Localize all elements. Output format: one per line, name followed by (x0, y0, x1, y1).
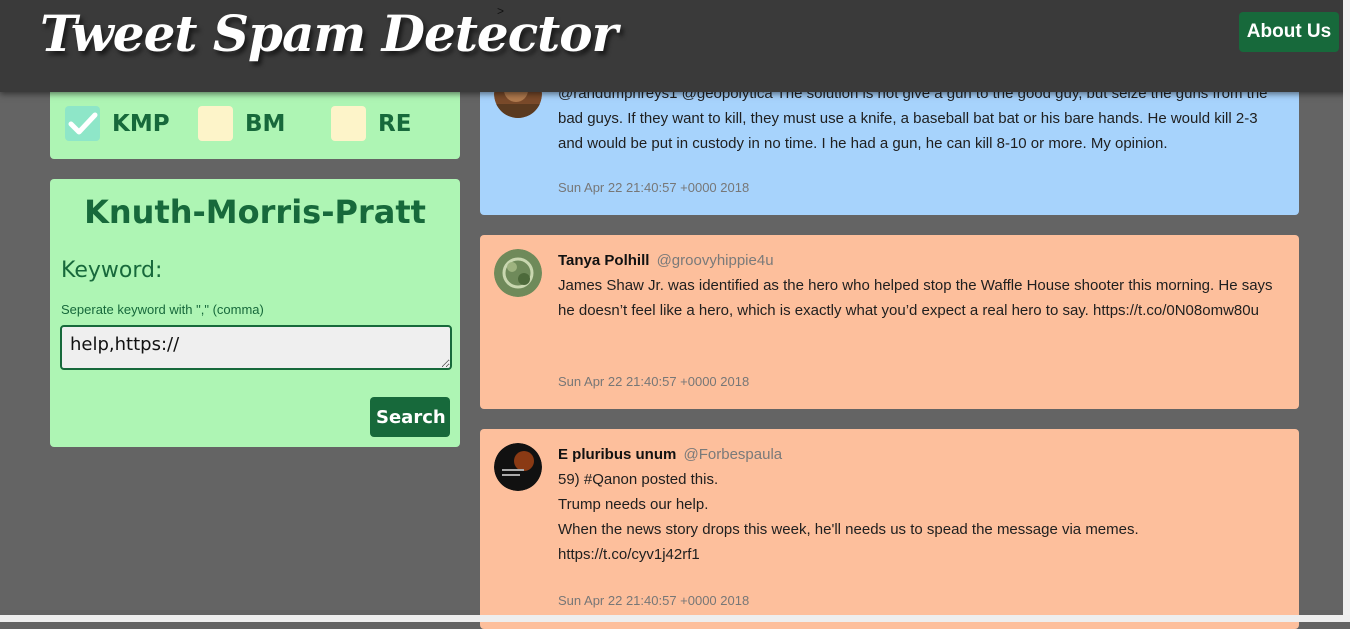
avatar (494, 249, 542, 297)
checkbox-bm[interactable] (198, 106, 233, 141)
tweet-card: Tanya Polhill @groovyhippie4u James Shaw… (480, 235, 1299, 409)
avatar (494, 443, 542, 491)
keyword-input[interactable]: help,https:// (60, 325, 452, 370)
algorithm-title: Knuth-Morris-Pratt (84, 193, 426, 231)
bottom-edge (0, 615, 1350, 622)
algorithm-selector: KMP BM RE (50, 92, 460, 159)
algo-option-kmp[interactable]: KMP (65, 106, 170, 141)
app-header: Tweet Spam Detector > About Us (0, 0, 1350, 92)
keyword-hint: Seperate keyword with "," (comma) (61, 302, 264, 317)
algo-label-kmp: KMP (112, 110, 170, 137)
app-title: Tweet Spam Detector (40, 4, 618, 63)
checkbox-re[interactable] (331, 106, 366, 141)
about-us-button[interactable]: About Us (1239, 12, 1339, 52)
checkbox-kmp[interactable] (65, 106, 100, 141)
tweet-handle[interactable]: @groovyhippie4u (657, 252, 774, 269)
tweet-author[interactable]: Tanya Polhill (558, 252, 649, 269)
algo-label-re: RE (378, 110, 412, 137)
tweet-time: Sun Apr 22 21:40:57 +0000 2018 (558, 593, 750, 608)
tweet-author[interactable]: E pluribus unum (558, 446, 676, 463)
caret-marker: > (497, 4, 505, 18)
algo-label-bm: BM (245, 110, 286, 137)
tweet-card: E pluribus unum @Forbespaula 59) #Qanon … (480, 429, 1299, 629)
tweet-time: Sun Apr 22 21:40:57 +0000 2018 (558, 374, 750, 389)
algo-option-bm[interactable]: BM (198, 106, 285, 141)
keyword-label: Keyword: (61, 258, 163, 283)
tweet-text: @randumphreys1 @geopolytica The solution… (558, 85, 1268, 152)
scrollbar-track[interactable] (1343, 0, 1350, 622)
tweet-text: James Shaw Jr. was identified as the her… (558, 277, 1273, 319)
search-panel: Knuth-Morris-Pratt Keyword: Seperate key… (50, 179, 460, 447)
checkmark-icon (68, 112, 97, 134)
tweet-handle[interactable]: @Forbespaula (684, 446, 783, 463)
search-button[interactable]: Search (370, 397, 450, 437)
tweet-text: 59) #Qanon posted this. Trump needs our … (558, 471, 1139, 563)
tweet-time: Sun Apr 22 21:40:57 +0000 2018 (558, 180, 750, 195)
algo-option-re[interactable]: RE (331, 106, 411, 141)
